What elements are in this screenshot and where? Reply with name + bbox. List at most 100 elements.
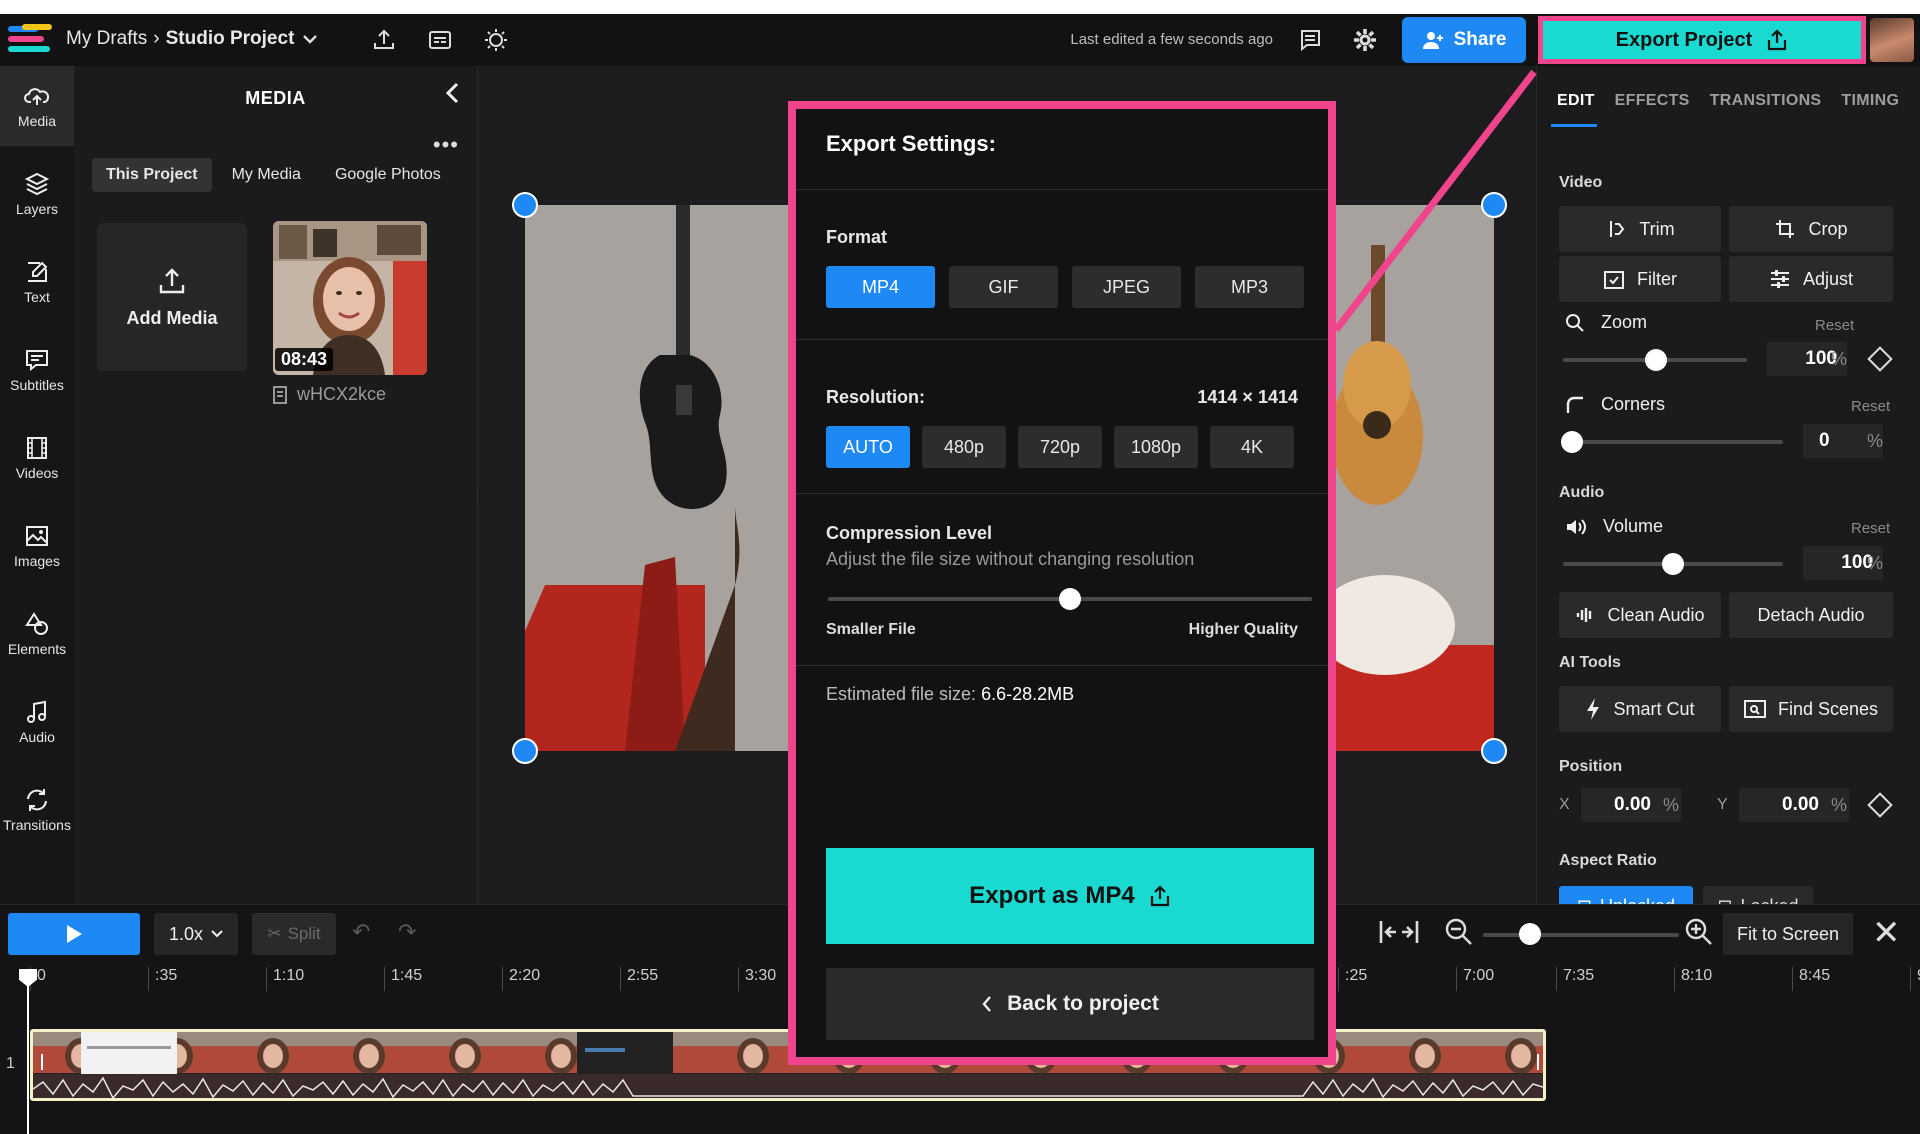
file-icon xyxy=(273,385,287,404)
zoom-slider-knob[interactable] xyxy=(1645,349,1667,371)
smart-cut-button[interactable]: Smart Cut xyxy=(1559,686,1721,732)
resolution-4k-button[interactable]: 4K xyxy=(1210,426,1294,468)
corners-reset-link[interactable]: Reset xyxy=(1851,398,1890,415)
top-bar: My Drafts › Studio Project Last edited a… xyxy=(0,14,1920,66)
nav-item-transitions[interactable]: Transitions xyxy=(0,770,74,850)
nav-item-elements[interactable]: Elements xyxy=(0,594,74,674)
more-options-icon[interactable]: ••• xyxy=(433,132,459,158)
ruler-tick: 8:10 xyxy=(1674,967,1712,991)
resolution-720p-button[interactable]: 720p xyxy=(1018,426,1102,468)
filter-button[interactable]: Filter xyxy=(1559,256,1721,302)
corners-slider-knob[interactable] xyxy=(1561,431,1583,453)
upload-icon[interactable] xyxy=(368,24,400,56)
split-button[interactable]: ✂ Split xyxy=(252,913,336,955)
export-project-button[interactable]: Export Project xyxy=(1538,16,1866,64)
tab-this-project[interactable]: This Project xyxy=(92,158,212,192)
resize-handle-bottom-left[interactable] xyxy=(512,738,538,764)
format-jpeg-button[interactable]: JPEG xyxy=(1072,266,1181,308)
tab-google-photos[interactable]: Google Photos xyxy=(321,158,455,192)
ruler-tick: 1:10 xyxy=(266,967,304,991)
corners-slider-track[interactable] xyxy=(1563,440,1783,444)
adjust-button[interactable]: Adjust xyxy=(1729,256,1893,302)
active-tab-indicator xyxy=(1551,124,1597,127)
detach-audio-button[interactable]: Detach Audio xyxy=(1729,592,1893,638)
lightbulb-icon[interactable] xyxy=(480,24,512,56)
tab-edit[interactable]: EDIT xyxy=(1557,92,1595,110)
collapse-panel-icon[interactable] xyxy=(443,80,463,112)
tab-transitions[interactable]: TRANSITIONS xyxy=(1710,92,1822,110)
zoom-out-icon[interactable] xyxy=(1444,917,1474,952)
crop-label: Crop xyxy=(1808,218,1848,239)
divider xyxy=(796,189,1328,190)
fit-to-screen-button[interactable]: Fit to Screen xyxy=(1723,913,1853,955)
zoom-in-icon[interactable] xyxy=(1684,917,1714,952)
resolution-1080p-button[interactable]: 1080p xyxy=(1114,426,1198,468)
project-name[interactable]: Studio Project xyxy=(166,28,295,50)
resize-handle-bottom-right[interactable] xyxy=(1481,738,1507,764)
chevron-down-icon[interactable] xyxy=(300,29,320,49)
resolution-auto-button[interactable]: AUTO xyxy=(826,426,910,468)
captions-icon[interactable] xyxy=(424,24,456,56)
clean-audio-button[interactable]: Clean Audio xyxy=(1559,592,1721,638)
nav-item-subtitles[interactable]: Subtitles xyxy=(0,330,74,410)
tab-effects[interactable]: EFFECTS xyxy=(1615,92,1690,110)
keyframe-diamond-icon[interactable] xyxy=(1867,346,1893,372)
media-panel: MEDIA ••• This Project My Media Google P… xyxy=(74,66,481,904)
compression-slider-knob[interactable] xyxy=(1059,588,1081,610)
find-scenes-button[interactable]: Find Scenes xyxy=(1729,686,1893,732)
format-gif-button[interactable]: GIF xyxy=(949,266,1058,308)
ruler-tick: :25 xyxy=(1338,967,1367,991)
divider xyxy=(796,339,1328,340)
fit-width-icon[interactable] xyxy=(1378,917,1420,952)
nav-item-layers[interactable]: Layers xyxy=(0,154,74,234)
nav-item-text[interactable]: Text xyxy=(0,242,74,322)
crop-button[interactable]: Crop xyxy=(1729,206,1893,252)
volume-slider-knob[interactable] xyxy=(1662,553,1684,575)
avatar[interactable] xyxy=(1870,18,1914,62)
format-mp3-button[interactable]: MP3 xyxy=(1195,266,1304,308)
resolution-dimensions: 1414 × 1414 xyxy=(1197,387,1298,407)
playhead[interactable] xyxy=(27,969,29,1134)
nav-item-media[interactable]: Media xyxy=(0,66,74,146)
ruler-tick: 1:45 xyxy=(384,967,422,991)
trim-button[interactable]: Trim xyxy=(1559,206,1721,252)
play-button[interactable] xyxy=(8,913,140,955)
edit-tabs: EDIT EFFECTS TRANSITIONS TIMING xyxy=(1557,92,1899,110)
gear-icon[interactable] xyxy=(1349,24,1381,56)
media-thumbnail[interactable]: 08:43 xyxy=(273,221,427,375)
smaller-file-label: Smaller File xyxy=(826,621,916,638)
timeline-zoom-knob[interactable] xyxy=(1519,923,1541,945)
export-settings-modal: Export Settings: Format MP4 GIF JPEG MP3… xyxy=(788,101,1336,1065)
estimated-size-value: 6.6-28.2MB xyxy=(981,684,1075,704)
redo-icon[interactable]: ↷ xyxy=(398,919,416,945)
timeline-zoom-track[interactable] xyxy=(1483,933,1679,937)
breadcrumb-root-link[interactable]: My Drafts xyxy=(66,28,147,50)
zoom-reset-link[interactable]: Reset xyxy=(1815,317,1854,334)
volume-reset-link[interactable]: Reset xyxy=(1851,520,1890,537)
chevron-left-icon xyxy=(982,996,992,1012)
nav-item-images[interactable]: Images xyxy=(0,506,74,586)
app-logo-icon[interactable] xyxy=(8,24,52,56)
resize-handle-top-right[interactable] xyxy=(1481,192,1507,218)
resize-handle-top-left[interactable] xyxy=(512,192,538,218)
share-button[interactable]: Share xyxy=(1402,17,1526,63)
resolution-480p-button[interactable]: 480p xyxy=(922,426,1006,468)
format-mp4-button[interactable]: MP4 xyxy=(826,266,935,308)
add-media-button[interactable]: Add Media xyxy=(97,223,247,371)
comment-icon[interactable] xyxy=(1294,24,1326,56)
tab-timing[interactable]: TIMING xyxy=(1841,92,1899,110)
close-icon[interactable]: ✕ xyxy=(1872,913,1901,953)
last-edited-status: Last edited a few seconds ago xyxy=(1070,31,1273,48)
media-panel-title: MEDIA xyxy=(245,88,306,108)
resolution-label: Resolution: xyxy=(826,387,925,407)
nav-item-audio[interactable]: Audio xyxy=(0,682,74,762)
resolution-options: AUTO 480p 720p 1080p 4K xyxy=(826,426,1294,468)
back-to-project-button[interactable]: Back to project xyxy=(826,968,1314,1040)
clip-filename: wHCX2kce xyxy=(273,384,386,405)
undo-icon[interactable]: ↶ xyxy=(352,919,370,945)
nav-item-videos[interactable]: Videos xyxy=(0,418,74,498)
export-as-mp4-button[interactable]: Export as MP4 xyxy=(826,848,1314,944)
tab-my-media[interactable]: My Media xyxy=(218,158,315,192)
playback-speed-select[interactable]: 1.0x xyxy=(154,913,238,955)
keyframe-diamond-icon[interactable] xyxy=(1867,792,1893,818)
